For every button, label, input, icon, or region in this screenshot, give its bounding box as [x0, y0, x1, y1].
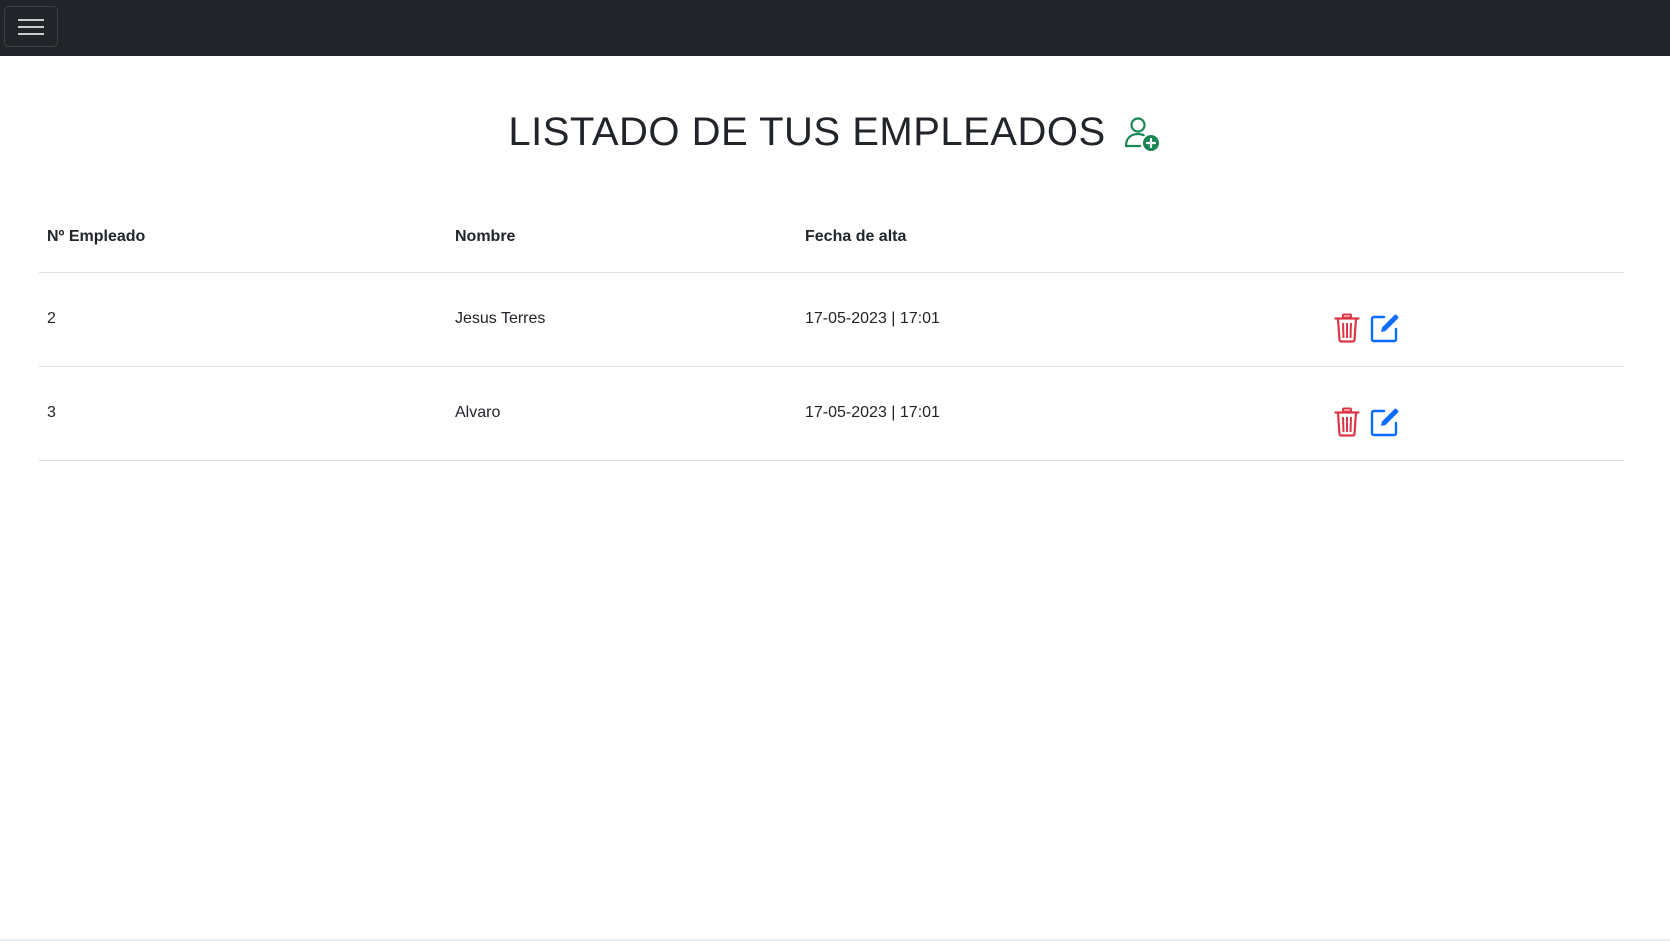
header-nombre: Nombre — [455, 228, 516, 245]
navbar — [0, 0, 1670, 56]
cell-numero: 3 — [47, 404, 56, 421]
delete-button[interactable] — [1332, 407, 1362, 437]
row-actions — [1332, 407, 1400, 437]
delete-button[interactable] — [1332, 313, 1362, 343]
menu-toggle-button[interactable] — [4, 6, 58, 47]
row-actions — [1332, 313, 1400, 343]
trash-icon — [1334, 313, 1360, 343]
page-header: LISTADO DE TUS EMPLEADOS — [0, 104, 1670, 160]
cell-numero: 2 — [47, 310, 56, 327]
hamburger-icon — [18, 18, 44, 35]
page-title: LISTADO DE TUS EMPLEADOS — [508, 110, 1106, 154]
add-employee-button[interactable] — [1122, 114, 1162, 154]
edit-button[interactable] — [1370, 407, 1400, 437]
cell-fecha: 17-05-2023 | 17:01 — [805, 404, 940, 421]
employees-table: Nº Empleado Nombre Fecha de alta 2 Jesus… — [39, 210, 1624, 461]
table-row: 2 Jesus Terres 17-05-2023 | 17:01 — [39, 273, 1624, 367]
cell-nombre: Alvaro — [455, 404, 501, 421]
cell-fecha: 17-05-2023 | 17:01 — [805, 310, 940, 327]
trash-icon — [1334, 407, 1360, 437]
pencil-square-icon — [1370, 408, 1399, 437]
pencil-square-icon — [1370, 314, 1399, 343]
edit-button[interactable] — [1370, 313, 1400, 343]
person-plus-icon — [1124, 117, 1159, 151]
table-row: 3 Alvaro 17-05-2023 | 17:01 — [39, 367, 1624, 461]
cell-nombre: Jesus Terres — [455, 310, 546, 327]
table-header-row: Nº Empleado Nombre Fecha de alta — [39, 210, 1624, 273]
header-fecha: Fecha de alta — [805, 228, 907, 245]
header-numero: Nº Empleado — [47, 228, 146, 245]
